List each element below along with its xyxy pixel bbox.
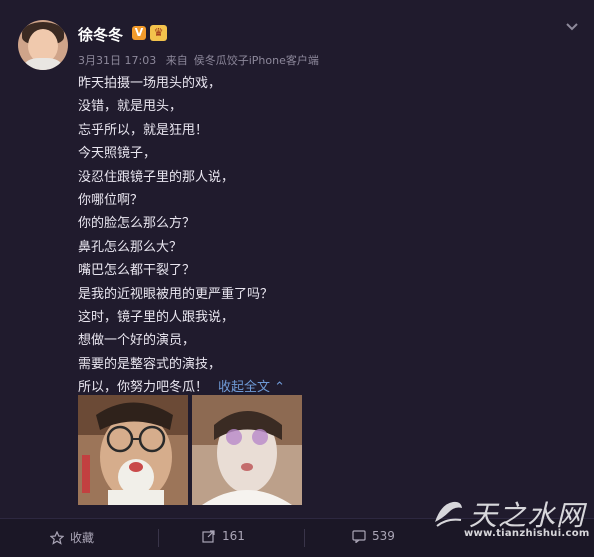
post-line: 今天照镜子， (78, 146, 157, 162)
post-line: 昨天拍摄一场甩头的戏， (78, 76, 222, 91)
post-line: 嘴巴怎么都干裂了？ (78, 263, 196, 279)
comment-action[interactable]: 539 (352, 529, 395, 543)
user-name[interactable]: 徐冬冬 (78, 24, 123, 45)
watermark-url: www.tianzhishui.com (464, 528, 590, 539)
post-line: 忘乎所以，就是狂甩！ (78, 122, 209, 138)
post-photo-2[interactable] (192, 395, 302, 505)
watermark-logo-icon (435, 501, 462, 527)
from-label: 来自 (165, 54, 188, 67)
selfie-image-1 (78, 395, 188, 505)
post-line: 你哪位啊？ (78, 192, 144, 208)
post-line: 你的脸怎么那么方？ (78, 216, 196, 232)
post-source[interactable]: 侯冬瓜饺子iPhone客户端 (194, 54, 319, 67)
member-crown-icon: ♛ (150, 25, 167, 41)
divider (304, 529, 305, 547)
repost-icon (202, 530, 215, 543)
collapse-text-link[interactable]: 收起全文 ⌃ (218, 380, 285, 395)
post-photo-1[interactable] (78, 395, 188, 505)
star-icon (50, 530, 64, 545)
user-avatar[interactable] (18, 20, 68, 70)
post-line: 没忍住跟镜子里的那人说， (78, 169, 235, 185)
post-line: 想做一个好的演员， (78, 333, 196, 349)
divider (158, 529, 159, 547)
post-line: 这时，镜子里的人跟我说， (78, 309, 235, 325)
site-watermark: 天之水网 www.tianzhishui.com (431, 492, 589, 548)
post-line: 所以，你努力吧冬瓜！ (78, 380, 209, 396)
post-line: 是我的近视眼被甩的更严重了吗？ (78, 286, 274, 302)
repost-count: 161 (222, 529, 245, 543)
selfie-image-2 (192, 395, 302, 505)
post-content: 昨天拍摄一场甩头的戏， 没错，就是甩头， 忘乎所以，就是狂甩！ 今天照镜子， 没… (78, 72, 558, 399)
post-line: 没错，就是甩头， (78, 99, 183, 115)
weibo-post-card: 徐冬冬 V ♛ 3月31日 17:03 来自 侯冬瓜饺子iPhone客户端 昨天拍… (0, 0, 594, 557)
favorite-action[interactable]: 收藏 (50, 529, 94, 546)
repost-action[interactable]: 161 (202, 529, 245, 543)
post-line: 鼻孔怎么那么大？ (78, 239, 183, 255)
comment-count: 539 (372, 529, 395, 543)
comment-icon (352, 530, 366, 543)
post-meta: 3月31日 17:03 来自 侯冬瓜饺子iPhone客户端 (78, 52, 325, 68)
favorite-label: 收藏 (70, 531, 95, 545)
post-line: 需要的是整容式的演技， (78, 356, 222, 372)
avatar-shirt (24, 58, 62, 70)
chevron-down-icon[interactable] (564, 18, 580, 34)
post-date[interactable]: 3月31日 17:03 (78, 54, 156, 67)
verified-badge-icon: V (132, 26, 146, 40)
